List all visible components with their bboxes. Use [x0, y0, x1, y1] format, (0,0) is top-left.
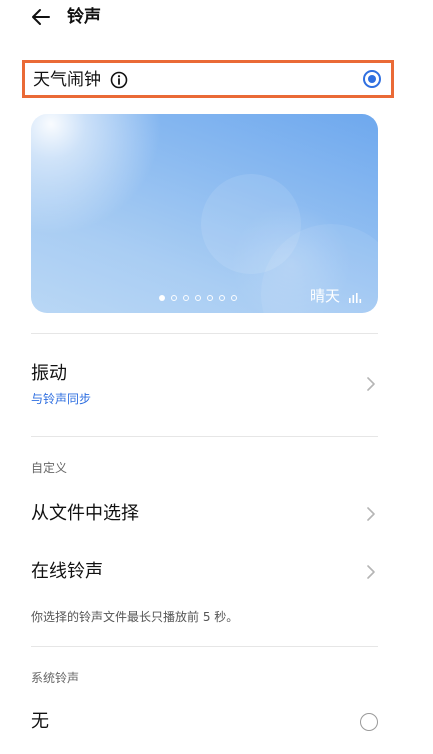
divider: [31, 646, 378, 647]
page-dot: [219, 295, 225, 301]
page-dot: [171, 295, 177, 301]
divider: [31, 436, 378, 437]
ringtone-none-label: 无: [31, 711, 49, 732]
weather-condition-label: 晴天: [309, 287, 340, 305]
chevron-right-icon: [367, 565, 375, 579]
ringtone-length-note: 你选择的铃声文件最长只播放前 5 秒。: [31, 610, 239, 624]
page-indicator: [159, 294, 237, 302]
page-dot: [207, 295, 213, 301]
vibration-row[interactable]: 振动 与铃声同步: [0, 360, 433, 412]
weather-alarm-radio[interactable]: [363, 70, 381, 88]
weather-preview-card[interactable]: 晴天: [31, 114, 378, 313]
page-title: 铃声: [67, 7, 101, 27]
weather-alarm-label: 天气闹钟: [33, 70, 101, 90]
page-dot: [231, 295, 237, 301]
chevron-right-icon: [367, 377, 375, 391]
divider: [31, 333, 378, 334]
vibration-subtitle: 与铃声同步: [31, 392, 92, 406]
choose-from-file-label: 从文件中选择: [31, 503, 139, 524]
online-ringtones-row[interactable]: 在线铃声: [0, 558, 433, 588]
back-arrow-icon[interactable]: [30, 6, 52, 28]
chevron-right-icon: [367, 507, 375, 521]
signal-bars-icon: [349, 293, 362, 303]
page-dot: [195, 295, 201, 301]
choose-from-file-row[interactable]: 从文件中选择: [0, 500, 433, 530]
info-icon[interactable]: [110, 71, 128, 89]
vibration-title: 振动: [31, 363, 67, 384]
section-label-system: 系统铃声: [31, 671, 80, 685]
page-dot: [159, 295, 165, 301]
ringtone-none-radio[interactable]: [360, 713, 378, 731]
weather-alarm-row[interactable]: 天气闹钟: [22, 60, 394, 98]
section-label-custom: 自定义: [31, 461, 68, 475]
page-dot: [183, 295, 189, 301]
online-ringtones-label: 在线铃声: [31, 561, 103, 582]
